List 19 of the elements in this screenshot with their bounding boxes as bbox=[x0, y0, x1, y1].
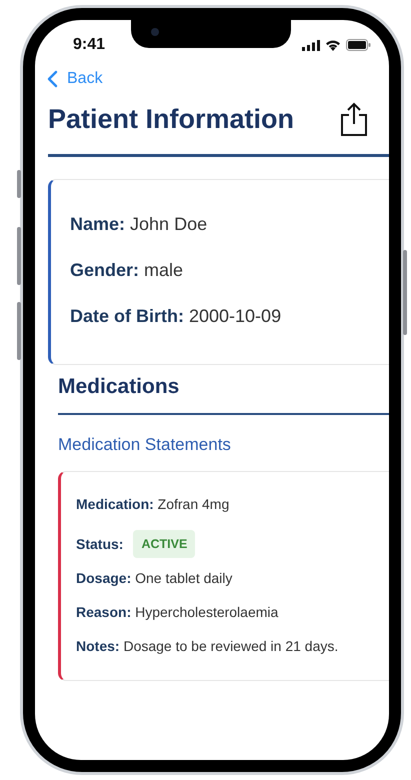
field-label: Status: bbox=[76, 536, 124, 552]
field-text: Medication: Zofran 4mg bbox=[76, 496, 230, 514]
field-text: Gender: male bbox=[70, 260, 184, 282]
page-title: Patient Information bbox=[48, 104, 294, 134]
field-text: Notes: Dosage to be reviewed in 21 days. bbox=[76, 638, 340, 656]
share-icon[interactable] bbox=[341, 102, 367, 136]
signal-icon bbox=[302, 40, 320, 50]
back-button[interactable]: Back bbox=[47, 70, 103, 88]
subsection-heading: Medication Statements bbox=[58, 435, 232, 455]
section-heading: Medications bbox=[58, 375, 180, 399]
status-badge: ACTIVE bbox=[133, 530, 196, 558]
field-text: Date of Birth: 2000-10-09 bbox=[70, 306, 282, 328]
field-text: Name: John Doe bbox=[70, 214, 208, 236]
status-time: 9:41 bbox=[73, 36, 106, 54]
chevron-left-icon bbox=[47, 70, 58, 88]
wifi-icon bbox=[325, 39, 341, 51]
field-text: Reason: Hypercholesterolaemia bbox=[76, 604, 280, 622]
field-text: Dosage: One tablet daily bbox=[76, 570, 234, 588]
battery-icon bbox=[346, 39, 371, 51]
